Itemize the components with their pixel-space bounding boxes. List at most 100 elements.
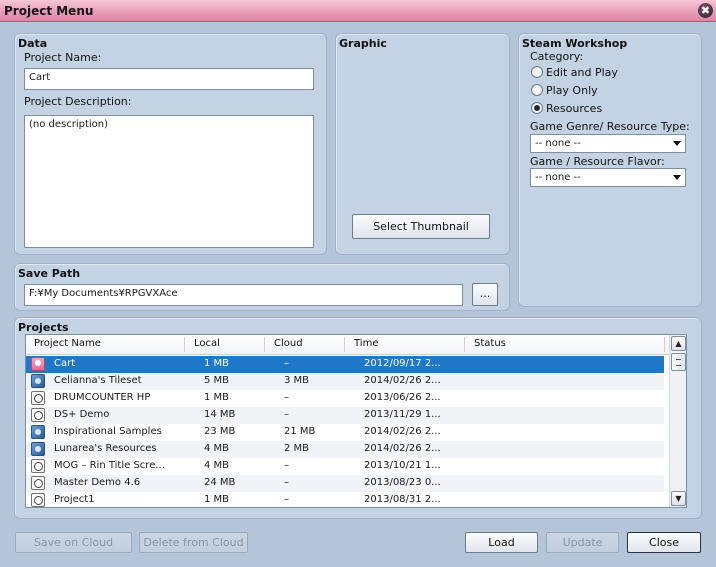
category-label: Category:: [530, 50, 584, 63]
row-local: 1 MB: [204, 392, 230, 403]
genre-label: Game Genre/ Resource Type:: [530, 120, 690, 133]
chevron-down-icon: [673, 175, 681, 180]
row-name: Master Demo 4.6: [54, 477, 141, 488]
projects-title: Projects: [18, 321, 69, 334]
row-local: 1 MB: [204, 358, 230, 369]
save-path-panel: Save Path F:¥My Documents¥RPGVXAce ...: [14, 263, 510, 311]
row-local: 4 MB: [204, 460, 230, 471]
row-cloud: –: [284, 392, 289, 403]
project-description-label: Project Description:: [24, 95, 132, 108]
row-cloud: –: [284, 358, 289, 369]
browse-button[interactable]: ...: [472, 283, 498, 306]
row-name: MOG – Rin Title Scre...: [54, 460, 165, 471]
projects-panel: Projects Project Name Local Cloud Time S…: [14, 317, 702, 519]
resource-icon: [31, 425, 45, 439]
graphic-panel-title: Graphic: [339, 37, 387, 50]
save-on-cloud-button[interactable]: Save on Cloud: [15, 532, 132, 553]
radio-resources[interactable]: [531, 102, 543, 114]
row-name: Project1: [54, 494, 95, 505]
scroll-down-button[interactable]: ▼: [671, 491, 686, 506]
column-separator: [264, 337, 265, 352]
close-button[interactable]: Close: [627, 532, 701, 553]
window-title: Project Menu: [4, 4, 94, 18]
row-local: 14 MB: [204, 409, 236, 420]
row-time: 2014/02/26 2...: [364, 375, 441, 386]
project-icon: [31, 391, 45, 405]
steam-workshop-panel: Steam Workshop Category: Edit and Play P…: [518, 33, 702, 307]
row-local: 5 MB: [204, 375, 230, 386]
delete-from-cloud-button[interactable]: Delete from Cloud: [139, 532, 248, 553]
title-bar: Project Menu ✖: [0, 0, 716, 22]
pink-project-icon: [31, 357, 45, 371]
radio-resources-label[interactable]: Resources: [546, 102, 602, 115]
row-time: 2012/09/17 2...: [364, 358, 441, 369]
table-row[interactable]: DRUMCOUNTER HP 1 MB – 2013/06/26 2...: [26, 390, 664, 407]
row-local: 24 MB: [204, 477, 236, 488]
row-cloud: –: [284, 494, 289, 505]
resource-icon: [31, 374, 45, 388]
radio-edit-and-play[interactable]: [531, 66, 543, 78]
load-button[interactable]: Load: [465, 532, 538, 553]
project-description-input[interactable]: (no description): [24, 115, 314, 248]
radio-edit-and-play-label[interactable]: Edit and Play: [546, 66, 618, 79]
column-header-local[interactable]: Local: [194, 338, 220, 349]
project-icon: [31, 493, 45, 507]
column-separator: [664, 337, 665, 352]
row-time: 2013/06/26 2...: [364, 392, 441, 403]
row-time: 2013/08/23 0...: [364, 477, 441, 488]
row-name: Inspirational Samples: [54, 426, 162, 437]
resource-icon: [31, 442, 45, 456]
data-panel: Data Project Name: Cart Project Descript…: [14, 33, 327, 255]
row-local: 1 MB: [204, 494, 230, 505]
table-row[interactable]: Cart 1 MB – 2012/09/17 2...: [26, 356, 664, 373]
table-row[interactable]: Inspirational Samples 23 MB 21 MB 2014/0…: [26, 424, 664, 441]
genre-select-value: -- none --: [535, 138, 581, 149]
column-header-project-name[interactable]: Project Name: [34, 338, 101, 349]
column-separator: [344, 337, 345, 352]
close-icon[interactable]: ✖: [698, 3, 713, 18]
radio-play-only[interactable]: [531, 84, 543, 96]
scroll-up-button[interactable]: ▲: [671, 336, 686, 351]
project-icon: [31, 459, 45, 473]
row-cloud: –: [284, 460, 289, 471]
row-name: DRUMCOUNTER HP: [54, 392, 151, 403]
projects-list[interactable]: Project Name Local Cloud Time Status Car…: [25, 334, 687, 508]
row-name: Lunarea's Resources: [54, 443, 157, 454]
row-time: 2013/10/21 1...: [364, 460, 441, 471]
update-button[interactable]: Update: [546, 532, 619, 553]
save-path-input[interactable]: F:¥My Documents¥RPGVXAce: [24, 284, 463, 306]
row-cloud: 2 MB: [284, 443, 310, 454]
project-menu-window: Data Project Name: Cart Project Descript…: [2, 22, 714, 565]
row-time: 2013/11/29 1...: [364, 409, 441, 420]
flavor-select-value: -- none --: [535, 172, 581, 183]
select-thumbnail-button[interactable]: Select Thumbnail: [352, 214, 490, 239]
save-path-title: Save Path: [18, 267, 81, 280]
flavor-label: Game / Resource Flavor:: [530, 155, 665, 168]
table-row[interactable]: Lunarea's Resources 4 MB 2 MB 2014/02/26…: [26, 441, 664, 458]
steam-workshop-title: Steam Workshop: [522, 37, 628, 50]
row-time: 2014/02/26 2...: [364, 426, 441, 437]
project-name-input[interactable]: Cart: [24, 68, 314, 90]
row-cloud: –: [284, 477, 289, 488]
row-cloud: 3 MB: [284, 375, 310, 386]
vertical-scrollbar[interactable]: ▲ ▼: [669, 335, 686, 507]
radio-play-only-label[interactable]: Play Only: [546, 84, 598, 97]
project-icon: [31, 476, 45, 490]
table-row[interactable]: Project1 1 MB – 2013/08/31 2...: [26, 492, 664, 507]
table-row[interactable]: MOG – Rin Title Scre... 4 MB – 2013/10/2…: [26, 458, 664, 475]
column-header-time[interactable]: Time: [354, 338, 378, 349]
flavor-select[interactable]: -- none --: [530, 168, 686, 187]
table-row[interactable]: Master Demo 4.6 24 MB – 2013/08/23 0...: [26, 475, 664, 492]
column-separator: [184, 337, 185, 352]
table-row[interactable]: DS+ Demo 14 MB – 2013/11/29 1...: [26, 407, 664, 424]
row-cloud: –: [284, 409, 289, 420]
row-cloud: 21 MB: [284, 426, 316, 437]
chevron-down-icon: [673, 141, 681, 146]
table-row[interactable]: Celianna's Tileset 5 MB 3 MB 2014/02/26 …: [26, 373, 664, 390]
genre-select[interactable]: -- none --: [530, 134, 686, 153]
column-header-status[interactable]: Status: [474, 338, 506, 349]
data-panel-title: Data: [18, 37, 48, 50]
scroll-thumb[interactable]: [671, 353, 686, 371]
row-local: 23 MB: [204, 426, 236, 437]
column-header-cloud[interactable]: Cloud: [274, 338, 303, 349]
